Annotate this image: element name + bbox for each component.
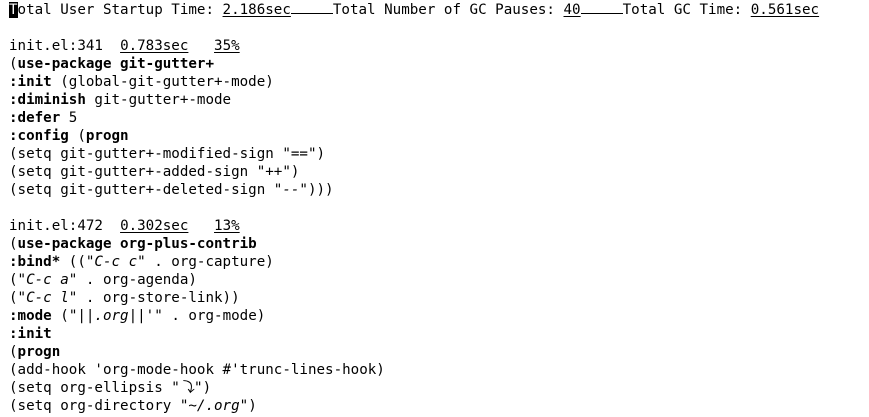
code-text: . org-agenda): [77, 272, 197, 288]
code-line: (setq org-directory "~/.org"): [9, 397, 869, 415]
code-keyword: :defer: [9, 110, 61, 126]
entry-header: init.el:472 0.302sec 13%: [9, 217, 869, 235]
entry-location-link[interactable]: init.el:341: [9, 38, 103, 54]
code-string: "==": [282, 146, 317, 162]
code-text: (add-hook 'org-mode-hook #'trunc-lines-h…: [9, 362, 385, 378]
code-text: . org-mode): [162, 308, 266, 324]
code-line: :init: [9, 325, 869, 343]
code-text: (: [68, 128, 86, 144]
code-string: "C-c l": [17, 290, 78, 306]
code-keyword: use-package git-gutter+: [17, 56, 215, 72]
code-keyword: :bind*: [9, 254, 61, 270]
entry-time: 0.783sec: [120, 38, 189, 54]
code-line: (use-package git-gutter+: [9, 55, 869, 73]
code-text: ): [316, 146, 326, 162]
code-line: :defer 5: [9, 109, 869, 127]
code-keyword: :init: [9, 326, 52, 342]
code-keyword: :diminish: [9, 92, 86, 108]
code-line: (setq git-gutter+-added-sign "++"): [9, 163, 869, 181]
code-line: :init (global-git-gutter+-mode): [9, 73, 869, 91]
code-text: (: [9, 290, 18, 306]
startup-time-label: otal User Startup Time:: [17, 2, 223, 18]
code-keyword: progn: [17, 344, 61, 360]
code-text: (: [9, 56, 18, 72]
code-string: "C-c c": [85, 254, 146, 270]
code-text: ((: [60, 254, 86, 270]
code-line: :bind* (("C-c c" . org-capture): [9, 253, 869, 271]
code-text: (setq org-directory: [9, 398, 180, 414]
code-string: "~/.org": [179, 398, 249, 414]
entry-location-link[interactable]: init.el:472: [9, 218, 103, 234]
code-line: :diminish git-gutter+-mode: [9, 91, 869, 109]
code-text: (: [9, 272, 18, 288]
code-line: (setq git-gutter+-deleted-sign "--"))): [9, 181, 869, 199]
code-keyword: use-package org-plus-contrib: [17, 236, 257, 252]
code-line: ("C-c l" . org-store-link)): [9, 289, 869, 307]
code-line: :config (progn: [9, 127, 869, 145]
code-text: ): [290, 164, 300, 180]
code-text: 5: [60, 110, 78, 126]
gc-time-value: 0.561sec: [750, 2, 820, 18]
code-string: "||.org||'": [68, 308, 163, 324]
code-line: (add-hook 'org-mode-hook #'trunc-lines-h…: [9, 361, 869, 379]
code-text: (global-git-gutter+-mode): [51, 74, 274, 90]
code-text: (setq git-gutter+-added-sign: [9, 164, 257, 180]
startup-time-value: 2.186sec: [222, 2, 291, 18]
header-separator: [290, 1, 333, 14]
code-keyword: :config: [9, 128, 69, 144]
code-line: (use-package org-plus-contrib: [9, 235, 869, 253]
code-string: "++": [256, 164, 291, 180]
code-keyword: :init: [9, 74, 52, 90]
code-keyword: :mode: [9, 308, 52, 324]
code-string: "C-c a": [17, 272, 78, 288]
code-line: (setq git-gutter+-modified-sign "=="): [9, 145, 869, 163]
profile-entries: init.el:341 0.783sec 35% (use-package git…: [9, 37, 869, 415]
code-line: (progn: [9, 343, 869, 361]
code-text: (setq org-ellipsis: [9, 380, 172, 396]
summary-header: Total User Startup Time: 2.186sec Total N…: [9, 1, 869, 19]
code-line: (setq org-ellipsis "⤵"): [9, 379, 869, 397]
profile-entry: init.el:341 0.783sec 35% (use-package git…: [9, 37, 869, 217]
code-text: ): [202, 380, 212, 396]
code-text: ): [248, 398, 257, 414]
gc-pauses-value: 40: [563, 2, 581, 18]
gc-pauses-label: Total Number of GC Pauses:: [332, 2, 564, 18]
code-text: (: [9, 236, 18, 252]
entry-header: init.el:341 0.783sec 35%: [9, 37, 869, 55]
code-keyword: progn: [85, 128, 129, 144]
code-line: ("C-c a" . org-agenda): [9, 271, 869, 289]
code-text: git-gutter+-mode: [85, 92, 232, 108]
esup-buffer[interactable]: Total User Startup Time: 2.186sec Total N…: [0, 1, 869, 415]
header-separator: [580, 1, 623, 14]
profile-entry: init.el:472 0.302sec 13% (use-package org…: [9, 217, 869, 415]
code-string: "--": [273, 182, 308, 198]
entry-percent: 13%: [214, 218, 240, 234]
code-line: :mode ("||.org||'" . org-mode): [9, 307, 869, 325]
gc-time-label: Total GC Time:: [622, 2, 751, 18]
code-text: (: [9, 344, 18, 360]
code-text: . org-capture): [145, 254, 274, 270]
code-text: (: [51, 308, 69, 324]
code-text: (setq git-gutter+-modified-sign: [9, 146, 283, 162]
code-text: (setq git-gutter+-deleted-sign: [9, 182, 274, 198]
code-string: "⤵": [171, 380, 203, 396]
code-text: ))): [307, 182, 334, 198]
code-text: . org-store-link)): [77, 290, 240, 306]
text-cursor[interactable]: T: [9, 2, 18, 18]
entry-time: 0.302sec: [120, 218, 189, 234]
entry-percent: 35%: [214, 38, 240, 54]
